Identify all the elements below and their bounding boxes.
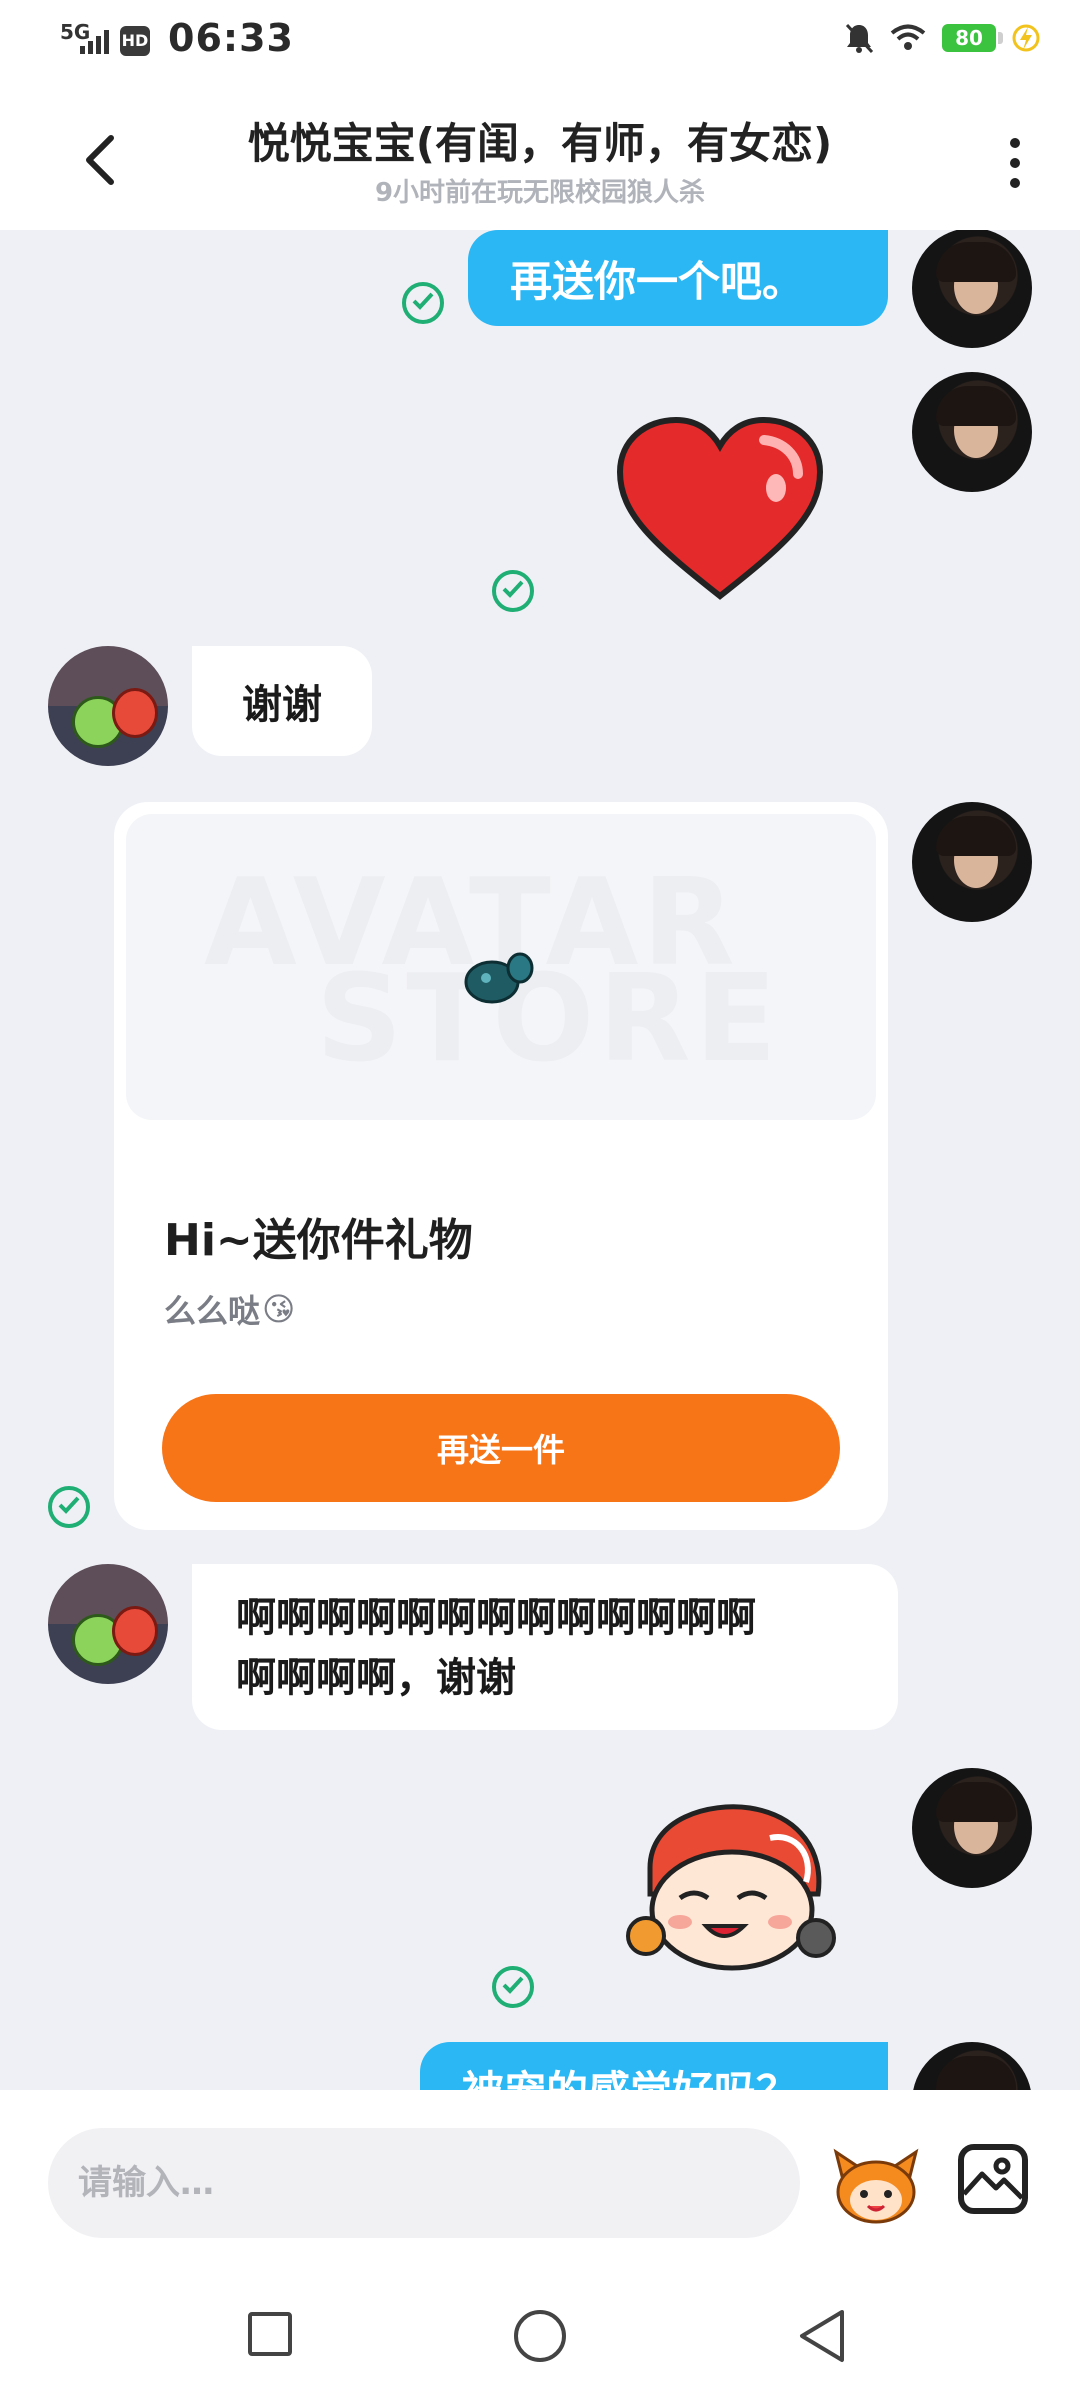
- chevron-left-icon: [86, 135, 114, 185]
- gift-message-text: 么么哒: [164, 1292, 261, 1330]
- sent-check-icon: [48, 1486, 90, 1528]
- recents-button[interactable]: [248, 2312, 292, 2356]
- mascot-sticker-icon[interactable]: [832, 2146, 920, 2226]
- contact-status: 9小时前在玩无限校园狼人杀: [374, 178, 706, 208]
- message-bubble[interactable]: 啊啊啊啊啊啊啊啊啊啊啊啊啊 啊啊啊啊，谢谢: [192, 1564, 898, 1730]
- message-text-line: 啊啊啊啊啊啊啊啊啊啊啊啊啊: [236, 1595, 756, 1641]
- message-text: 被宠的感觉好吗？: [462, 2058, 798, 2090]
- message-input[interactable]: [48, 2128, 800, 2238]
- avatar[interactable]: [912, 372, 1032, 492]
- mute-icon: [845, 23, 874, 54]
- heart-sticker[interactable]: [614, 416, 826, 602]
- sent-check-icon: [492, 570, 534, 612]
- send-again-button[interactable]: 再送一件: [162, 1394, 840, 1502]
- wifi-icon: [890, 24, 926, 50]
- input-bar: [0, 2090, 1080, 2256]
- back-triangle-icon[interactable]: [796, 2308, 848, 2364]
- more-vertical-icon: [1010, 138, 1020, 148]
- sent-check-icon: [492, 1966, 534, 2008]
- avatar[interactable]: [912, 1768, 1032, 1888]
- message-bubble[interactable]: 被宠的感觉好吗？: [420, 2042, 888, 2090]
- message-bubble[interactable]: 谢谢: [192, 646, 372, 756]
- more-button[interactable]: [990, 128, 1040, 198]
- message-text: 谢谢: [242, 682, 322, 728]
- avatar[interactable]: [912, 230, 1032, 348]
- hd-icon: HD: [120, 26, 150, 56]
- contact-name[interactable]: 悦悦宝宝(有闺，有师，有女恋): [130, 110, 950, 171]
- message-list[interactable]: 再送你一个吧。 谢谢 AVATAR STORE Hi~送你件礼物 么么哒 😘 再…: [0, 230, 1080, 2090]
- kiss-emoji: 😘: [262, 1290, 296, 1328]
- more-vertical-icon: [1010, 178, 1020, 188]
- avatar[interactable]: [912, 2042, 1032, 2090]
- charging-icon: [1012, 24, 1040, 52]
- gift-title: Hi~送你件礼物: [164, 1215, 473, 1266]
- system-nav-bar: [0, 2256, 1080, 2400]
- gift-banner: AVATAR STORE: [126, 814, 876, 1120]
- gift-message: 么么哒 😘: [164, 1286, 295, 1332]
- pacifier-gift-icon: [464, 952, 534, 1004]
- chat-header: 悦悦宝宝(有闺，有师，有女恋) 9小时前在玩无限校园狼人杀: [0, 84, 1080, 230]
- clock: 06:33: [168, 16, 294, 60]
- battery-icon: 80: [942, 24, 1003, 52]
- more-vertical-icon: [1010, 158, 1020, 168]
- avatar[interactable]: [912, 802, 1032, 922]
- message-text: 再送你一个吧。: [510, 256, 805, 306]
- status-bar: 5G HD 06:33 80: [0, 0, 1080, 84]
- image-picker-button[interactable]: [958, 2144, 1028, 2214]
- sent-check-icon: [402, 282, 444, 324]
- home-button[interactable]: [514, 2310, 566, 2362]
- message-bubble[interactable]: 再送你一个吧。: [468, 230, 888, 326]
- signal-icon: [80, 30, 109, 54]
- avatar[interactable]: [48, 646, 168, 766]
- back-button[interactable]: [70, 124, 130, 196]
- image-icon: [964, 2157, 1022, 2200]
- avatar[interactable]: [48, 1564, 168, 1684]
- banner-watermark: STORE: [316, 950, 781, 1089]
- mascot-sticker[interactable]: [620, 1798, 840, 1978]
- message-text-line: 啊啊啊啊，谢谢: [236, 1655, 516, 1701]
- gift-card[interactable]: AVATAR STORE Hi~送你件礼物 么么哒 😘 再送一件: [114, 802, 888, 1530]
